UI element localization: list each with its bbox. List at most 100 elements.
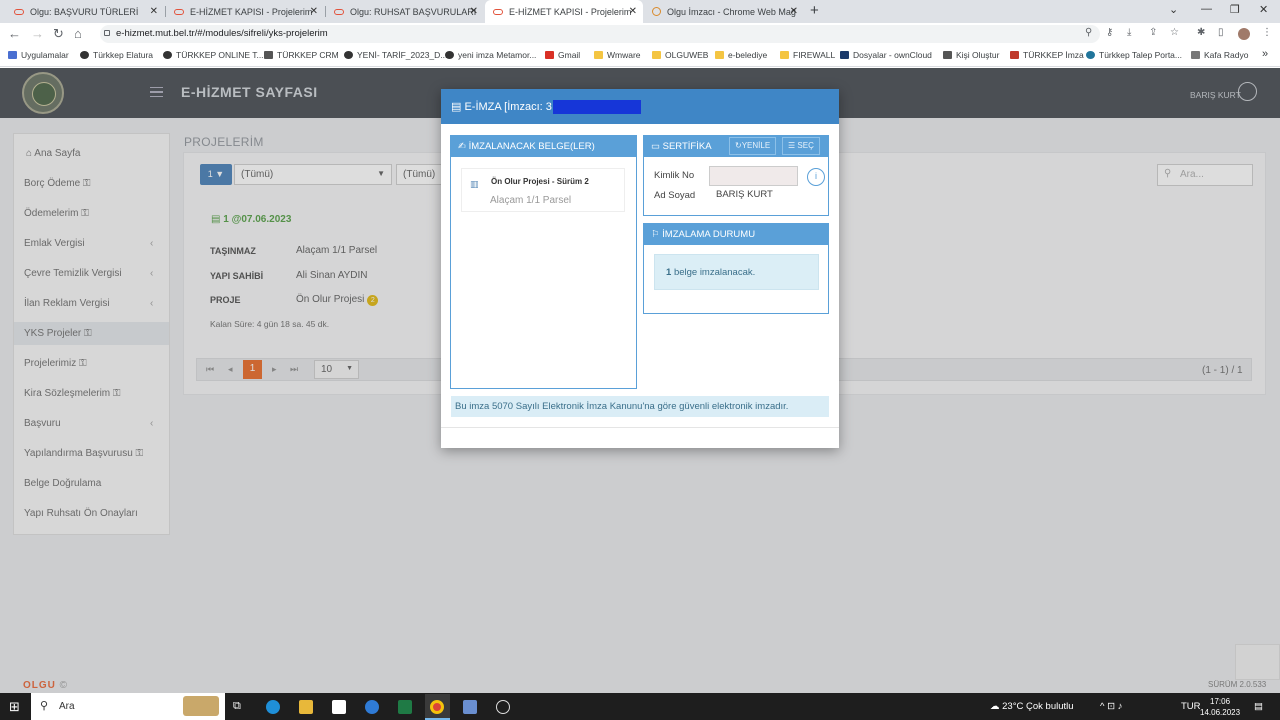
notifications-icon[interactable]: ▤ [1254, 701, 1263, 712]
status-message: 1 belge imzalanacak. [654, 254, 819, 290]
bookmark[interactable]: YENİ- TARİF_2023_D... [344, 50, 447, 60]
bookmark-folder[interactable]: FIREWALL [780, 50, 835, 60]
close-tab-icon[interactable]: ✕ [470, 6, 478, 17]
select-button[interactable]: ☰ SEÇ [782, 137, 820, 155]
status-count: 1 [666, 267, 672, 278]
modal-title: E-İMZA [İmzacı: 3 [464, 101, 552, 113]
browser-tab-active[interactable]: E-HİZMET KAPISI - Projelerim ✕ [485, 0, 643, 23]
taskbar-clock[interactable]: 17:06 14.06.2023 [1200, 696, 1240, 718]
reload-icon[interactable]: ↻ [53, 26, 64, 42]
key-icon[interactable]: ⚷ [1106, 27, 1113, 38]
panel-title: İMZALANACAK BELGE(LER) [468, 141, 595, 152]
signer-app-icon[interactable] [463, 700, 477, 714]
taskbar-search[interactable]: ⚲ Ara [31, 693, 225, 720]
bookmark-apps[interactable]: Uygulamalar [8, 50, 69, 60]
bookmark[interactable]: Türkkep Elatura [80, 50, 153, 60]
olgu-favicon-icon [14, 8, 24, 15]
star-icon[interactable]: ☆ [1170, 27, 1179, 38]
bookmark[interactable]: TÜRKKEP CRM [264, 50, 339, 60]
app-icon[interactable] [365, 700, 379, 714]
browser-tab[interactable]: E-HİZMET KAPISI - Projelerim ✕ [166, 0, 324, 23]
url-field[interactable]: e-hizmet.mut.bel.tr/#/modules/sifreli/yk… [100, 25, 1100, 43]
taskbar-search-text: Ara [59, 701, 75, 712]
zoom-icon[interactable]: ⚲ [1085, 27, 1092, 38]
address-bar-row: ← → ↻ ⌂ e-hizmet.mut.bel.tr/#/modules/si… [0, 23, 1280, 45]
olgu-favicon-icon [334, 8, 344, 15]
browser-tab[interactable]: Olgu: RUHSAT BAŞVURULARI ✕ [326, 0, 484, 23]
search-highlight-image [183, 696, 219, 716]
close-tab-icon[interactable]: ✕ [790, 6, 798, 17]
weather[interactable]: ☁ 23°C Çok bulutlu [990, 701, 1074, 712]
bookmark[interactable]: Türkkep Talep Porta... [1086, 50, 1182, 60]
task-view-icon[interactable]: ⧉ [233, 700, 247, 714]
folder-icon [715, 51, 724, 59]
install-icon[interactable]: ⤓ [1127, 27, 1131, 38]
flag-icon: ⚐ [651, 229, 663, 240]
bookmark-label: TÜRKKEP ONLINE T... [176, 50, 264, 60]
olgu-favicon-icon [493, 8, 503, 15]
close-window-icon[interactable]: ✕ [1259, 3, 1268, 16]
profile-avatar[interactable] [1238, 28, 1250, 40]
windows-start-icon[interactable]: ⊞ [9, 700, 23, 714]
id-field [709, 166, 798, 186]
bookmark-label: YENİ- TARİF_2023_D... [357, 50, 448, 60]
bookmark-folder[interactable]: OLGUWEB [652, 50, 708, 60]
bookmark[interactable]: TÜRKKEP ONLINE T... [163, 50, 264, 60]
bookmark[interactable]: Gmail [545, 50, 580, 60]
bookmark[interactable]: Dosyalar - ownCloud [840, 50, 932, 60]
olgu-favicon-icon [174, 8, 184, 15]
more-bookmarks-icon[interactable]: » [1262, 48, 1268, 60]
bookmark[interactable]: TÜRKKEP İmza [1010, 50, 1084, 60]
legal-footnote: Bu imza 5070 Sayılı Elektronik İmza Kanu… [451, 396, 829, 417]
browser-tab-bar: Olgu: BAŞVURU TÜRLERİ ✕ E-HİZMET KAPISI … [0, 0, 1280, 23]
bookmark-folder[interactable]: Wmware [594, 50, 641, 60]
restore-icon[interactable]: ❐ [1230, 3, 1240, 16]
file-explorer-icon[interactable] [299, 700, 313, 714]
minimize-icon[interactable]: — [1201, 3, 1212, 15]
chrome-icon[interactable] [430, 700, 444, 714]
extensions-icon[interactable]: ✱ [1197, 27, 1205, 38]
time-text: 17:06 [1210, 697, 1231, 706]
store-icon[interactable] [332, 700, 346, 714]
bookmark-label: TÜRKKEP CRM [277, 50, 339, 60]
sidepanel-icon[interactable]: ▯ [1218, 27, 1224, 38]
menu-dots-icon[interactable]: ⋮ [1262, 27, 1272, 38]
close-tab-icon[interactable]: ✕ [629, 6, 637, 17]
network-icon: ⊡ [1107, 701, 1118, 712]
excel-icon[interactable] [398, 700, 412, 714]
bookmark[interactable]: Kafa Radyo [1191, 50, 1248, 60]
apps-grid-icon [8, 51, 17, 59]
status-panel-header: ⚐ İMZALAMA DURUMU [644, 224, 828, 245]
forward-icon[interactable]: → [31, 26, 44, 41]
close-tab-icon[interactable]: ✕ [150, 6, 158, 17]
redacted-block [552, 100, 641, 115]
info-icon[interactable]: i [807, 168, 825, 186]
document-item[interactable]: ▥ Ön Olur Projesi - Sürüm 2 Alaçam 1/1 P… [461, 168, 625, 212]
radio-icon [1191, 51, 1200, 59]
refresh-button[interactable]: ↻YENİLE [729, 137, 777, 155]
back-icon[interactable]: ← [8, 26, 21, 41]
gmail-icon [545, 51, 554, 59]
clock-app-icon[interactable] [496, 700, 510, 714]
edge-icon[interactable] [266, 700, 280, 714]
search-icon: ⚲ [40, 700, 49, 712]
share-icon[interactable]: ⇪ [1149, 27, 1157, 38]
bookmark[interactable]: Kişi Oluştur [943, 50, 999, 60]
browser-tab[interactable]: Olgu İmzacı - Chrome Web Mağ... ✕ [644, 0, 804, 23]
chrome-webstore-favicon-icon [652, 7, 661, 16]
weather-text: 23°C Çok bulutlu [1002, 701, 1074, 712]
language-indicator[interactable]: TUR [1181, 701, 1201, 712]
bookmark[interactable]: yeni imza Metamor... [445, 50, 536, 60]
people-icon [264, 51, 273, 59]
tab-search-icon[interactable]: ⌄ [1169, 3, 1178, 16]
bookmark-folder[interactable]: e-belediye [715, 50, 767, 60]
tray-icons[interactable]: ^ ⊡ ♪ [1100, 701, 1122, 712]
document-subtitle: Alaçam 1/1 Parsel [490, 195, 572, 206]
panel-title: SERTİFİKA [662, 141, 712, 152]
bookmark-label: Uygulamalar [21, 50, 69, 60]
close-tab-icon[interactable]: ✕ [310, 6, 318, 17]
new-tab-button[interactable]: + [810, 2, 819, 19]
browser-tab[interactable]: Olgu: BAŞVURU TÜRLERİ ✕ [6, 0, 164, 23]
globe-icon [445, 51, 454, 59]
home-icon[interactable]: ⌂ [74, 26, 82, 41]
